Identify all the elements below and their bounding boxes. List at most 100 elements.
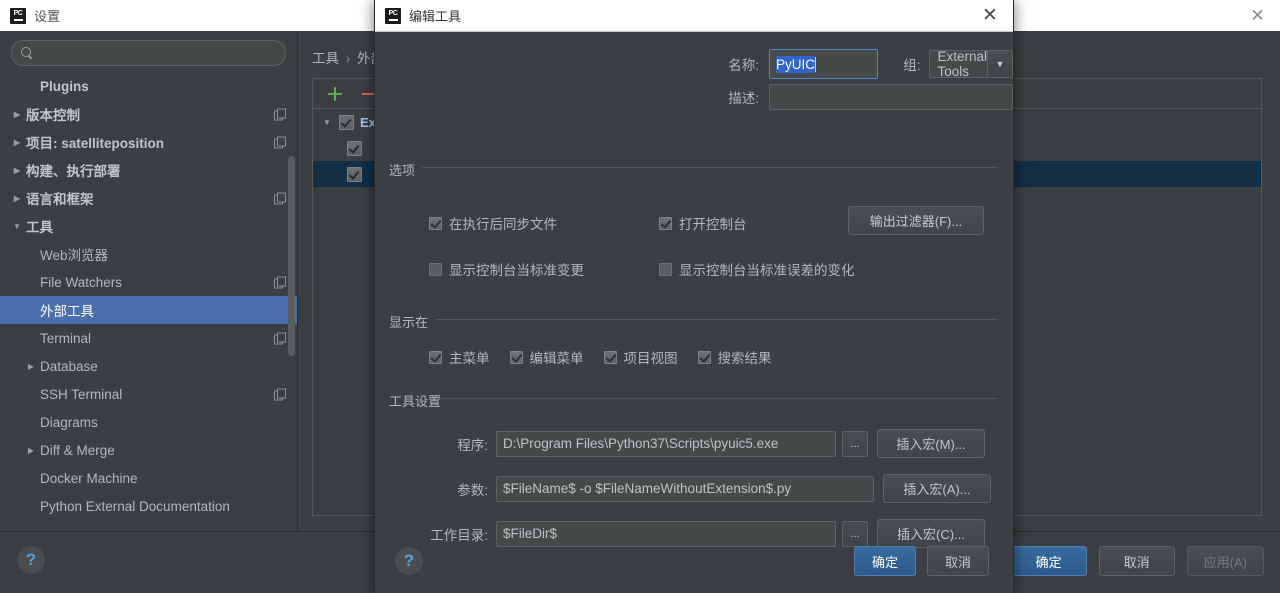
sidebar-item-label: Web浏览器 (40, 248, 109, 263)
tool-enabled-checkbox[interactable] (347, 140, 362, 156)
program-input-value: D:\Program Files\Python37\Scripts\pyuic5… (503, 436, 779, 451)
show-stdout-label: 显示控制台当标准变更 (449, 263, 584, 278)
tool-enabled-checkbox[interactable] (339, 114, 354, 130)
show-in-item-1[interactable]: 编辑菜单 (509, 347, 584, 367)
show-in-checkbox[interactable] (429, 350, 442, 364)
sync-files-checkbox[interactable] (429, 216, 442, 230)
open-console-checkbox[interactable] (659, 216, 672, 230)
program-input[interactable]: D:\Program Files\Python37\Scripts\pyuic5… (496, 430, 836, 457)
help-icon[interactable]: ? (395, 547, 423, 575)
arguments-input[interactable]: $FileName$ -o $FileNameWithoutExtension$… (496, 475, 874, 502)
help-icon[interactable]: ? (17, 546, 45, 574)
show-in-label: 主菜单 (449, 351, 490, 366)
sidebar-item-6[interactable]: ▶Web浏览器 (0, 240, 297, 268)
settings-sidebar: ▶Plugins▶版本控制▶项目: satelliteposition▶构建、执… (0, 31, 298, 531)
copy-icon[interactable] (274, 192, 286, 205)
name-label: 名称: (728, 58, 759, 73)
settings-ok-button[interactable]: 确定 (1010, 546, 1087, 576)
copy-icon[interactable] (274, 136, 286, 149)
sidebar-item-2[interactable]: ▶ 项目: satelliteposition (0, 128, 297, 156)
show-in-item-3[interactable]: 搜索结果 (697, 347, 772, 367)
sidebar-item-15[interactable]: ▶Python External Documentation (0, 492, 297, 520)
arguments-field-row: 参数: $FileName$ -o $FileNameWithoutExtens… (375, 474, 991, 503)
sidebar-item-label: Docker Machine (40, 470, 138, 486)
search-box[interactable] (11, 40, 286, 66)
chevron-right-icon[interactable]: ▶ (24, 362, 38, 371)
sidebar-item-0[interactable]: ▶Plugins (0, 72, 297, 100)
settings-apply-button[interactable]: 应用(A) (1186, 546, 1264, 576)
sidebar-item-14[interactable]: ▶Docker Machine (0, 464, 297, 492)
show-stderr-checkbox-row[interactable]: 显示控制台当标准误差的变化 (659, 259, 855, 279)
program-insert-macro-button[interactable]: 插入宏(M)... (877, 429, 985, 458)
arguments-insert-macro-button[interactable]: 插入宏(A)... (883, 474, 991, 503)
pycharm-logo-icon: PC (10, 7, 26, 24)
close-icon[interactable]: ✕ (967, 0, 1013, 31)
tool-enabled-checkbox[interactable] (347, 166, 362, 182)
chevron-right-icon[interactable]: ▶ (10, 166, 24, 175)
sidebar-scrollbar[interactable] (288, 156, 295, 356)
show-in-label: 搜索结果 (717, 351, 772, 366)
sidebar-item-8[interactable]: ▶外部工具 (0, 296, 297, 324)
show-in-item-0[interactable]: 主菜单 (429, 347, 490, 367)
show-in-group-divider (435, 319, 998, 320)
sidebar-item-10[interactable]: ▶ Database (0, 352, 297, 380)
chevron-down-icon[interactable]: ▼ (10, 222, 24, 231)
sidebar-item-1[interactable]: ▶ 版本控制 (0, 100, 297, 128)
copy-icon[interactable] (274, 276, 286, 289)
show-stderr-checkbox[interactable] (659, 262, 672, 276)
show-stdout-checkbox-row[interactable]: 显示控制台当标准变更 (429, 259, 584, 279)
chevron-right-icon[interactable]: ▶ (24, 446, 38, 455)
close-icon[interactable]: ✕ (1235, 0, 1280, 31)
sidebar-item-12[interactable]: ▶Diagrams (0, 408, 297, 436)
name-input[interactable]: PyUIC (769, 49, 879, 79)
sidebar-item-label: Terminal (40, 330, 92, 346)
program-field-row: 程序: D:\Program Files\Python37\Scripts\py… (375, 429, 985, 458)
search-input[interactable] (40, 45, 276, 61)
program-browse-button[interactable]: ... (842, 430, 868, 457)
plus-icon[interactable] (327, 86, 343, 102)
show-in-checkbox[interactable] (603, 350, 617, 364)
sync-files-checkbox-row[interactable]: 在执行后同步文件 (429, 213, 557, 233)
copy-icon[interactable] (274, 388, 286, 401)
sidebar-item-3[interactable]: ▶ 构建、执行部署 (0, 156, 297, 184)
group-select-value: External Tools (937, 49, 987, 79)
copy-icon[interactable] (274, 332, 286, 345)
copy-icon[interactable] (274, 108, 286, 121)
settings-footer-buttons: 确定 取消 应用(A) (1010, 546, 1264, 576)
edit-tool-cancel-button[interactable]: 取消 (927, 546, 989, 576)
show-stdout-checkbox[interactable] (429, 262, 442, 276)
chevron-down-icon[interactable]: ▼ (987, 51, 1012, 77)
sidebar-item-11[interactable]: ▶SSH Terminal (0, 380, 297, 408)
group-select[interactable]: External Tools ▼ (929, 49, 1013, 79)
sidebar-item-label: Diff & Merge (40, 442, 115, 458)
edit-tool-ok-button[interactable]: 确定 (854, 546, 916, 576)
show-in-checkbox[interactable] (509, 350, 523, 364)
search-wrap (0, 31, 297, 66)
open-console-checkbox-row[interactable]: 打开控制台 (659, 213, 747, 233)
chevron-right-icon[interactable]: ▶ (10, 194, 24, 203)
output-filters-button[interactable]: 输出过滤器(F)... (848, 206, 984, 235)
program-label: 程序: (457, 437, 488, 453)
sidebar-item-7[interactable]: ▶File Watchers (0, 268, 297, 296)
chevron-down-icon[interactable]: ▼ (323, 118, 339, 127)
sidebar-item-9[interactable]: ▶Terminal (0, 324, 297, 352)
edit-tool-dialog: PC 编辑工具 ✕ 名称: PyUIC 组: External Tools ▼ … (374, 0, 1014, 593)
sidebar-item-13[interactable]: ▶ Diff & Merge (0, 436, 297, 464)
sidebar-item-4[interactable]: ▶ 语言和框架 (0, 184, 297, 212)
breadcrumb-separator: › (345, 51, 351, 66)
chevron-right-icon[interactable]: ▶ (10, 110, 24, 119)
settings-cancel-button[interactable]: 取消 (1098, 546, 1175, 576)
arguments-label: 参数: (457, 482, 488, 498)
sidebar-item-5[interactable]: ▼ 工具 (0, 212, 297, 240)
edit-tool-title: 编辑工具 (409, 9, 462, 24)
sidebar-item-label: 项目: satelliteposition (26, 136, 165, 151)
edit-tool-body: 名称: PyUIC 组: External Tools ▼ 描述: 选项 在执行… (375, 32, 1013, 548)
name-field-row: 名称: PyUIC 组: External Tools ▼ (375, 49, 1013, 79)
edit-tool-footer-buttons: 确定 取消 (854, 546, 989, 576)
show-in-checkbox[interactable] (697, 350, 711, 364)
chevron-right-icon[interactable]: ▶ (10, 138, 24, 147)
pycharm-logo-icon: PC (385, 7, 401, 24)
show-in-item-2[interactable]: 项目视图 (603, 347, 678, 367)
description-input[interactable] (769, 84, 1013, 110)
settings-window-title: 设置 (34, 9, 61, 24)
